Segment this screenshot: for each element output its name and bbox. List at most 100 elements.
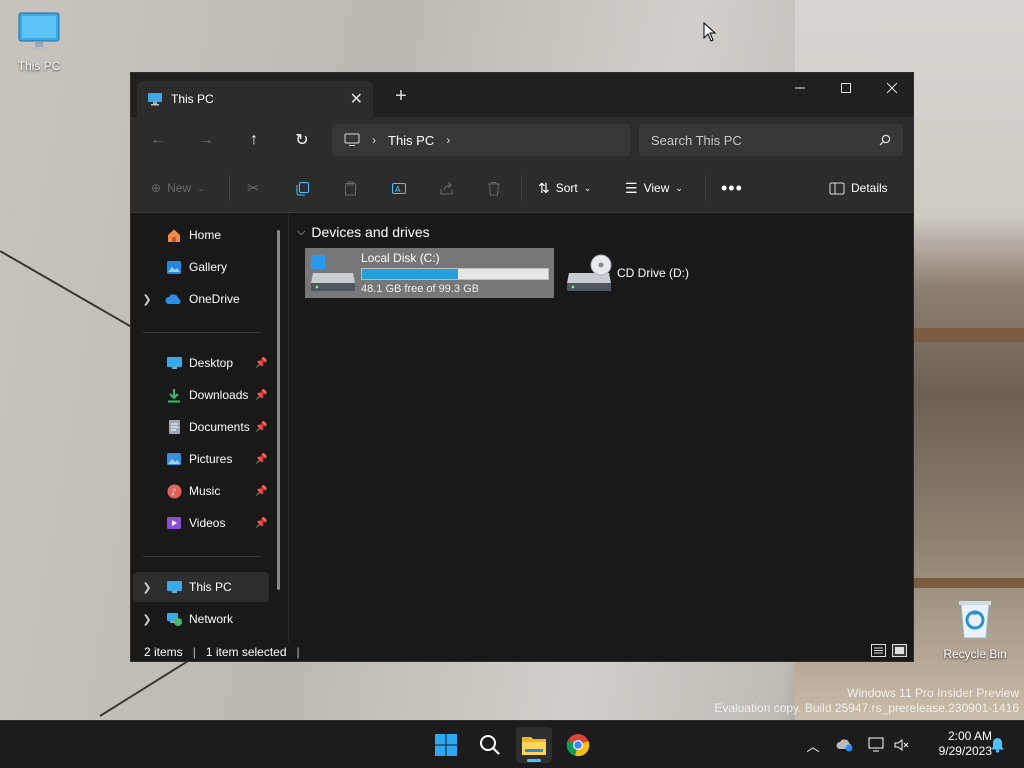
clock-date: 9/29/2023 (938, 744, 992, 758)
home-icon (163, 228, 185, 243)
network-monitor-icon (868, 737, 884, 752)
sort-button[interactable]: ⇅ Sort ⌄ (538, 175, 591, 201)
chevron-down-icon: ⌄ (197, 182, 205, 193)
volume-tray-button[interactable] (892, 721, 912, 768)
up-button[interactable]: ↑ (239, 127, 269, 153)
sidebar-item-home[interactable]: Home (133, 220, 269, 250)
minimize-button[interactable] (777, 73, 823, 103)
notifications-button[interactable] (986, 721, 1008, 768)
mouse-cursor-icon (703, 22, 717, 42)
network-tray-button[interactable] (866, 721, 888, 768)
taskbar-chrome[interactable] (560, 727, 596, 763)
pin-icon[interactable]: 📌 (255, 486, 269, 497)
sidebar-item-downloads[interactable]: Downloads 📌 (133, 380, 269, 410)
more-options-button[interactable]: ••• (721, 175, 743, 201)
pin-icon[interactable]: 📌 (255, 518, 269, 529)
copy-icon (296, 181, 309, 195)
sidebar-item-videos[interactable]: Videos 📌 (133, 508, 269, 538)
monitor-icon (344, 133, 360, 146)
group-title: Devices and drives (311, 224, 430, 240)
sidebar-item-label: Documents (189, 420, 250, 434)
show-hidden-icons-button[interactable]: ︿ (802, 721, 824, 768)
active-indicator (527, 759, 541, 762)
sidebar-item-documents[interactable]: Documents 📌 (133, 412, 269, 442)
sidebar-item-onedrive[interactable]: ❯ OneDrive (133, 284, 269, 314)
sidebar-item-label: Desktop (189, 356, 234, 370)
plus-circle-icon: ⊕ (151, 181, 162, 195)
group-header-devices[interactable]: ⌵ Devices and drives (297, 224, 430, 240)
desktop-icon-label: This PC (17, 59, 61, 73)
chevron-right-icon[interactable]: ❯ (133, 581, 161, 594)
pin-icon[interactable]: 📌 (255, 422, 269, 433)
new-button[interactable]: ⊕ New ⌄ (151, 175, 205, 201)
rename-button[interactable]: A (391, 175, 407, 201)
pin-icon[interactable]: 📌 (255, 358, 269, 369)
search-input[interactable] (651, 132, 851, 148)
arrow-up-icon: ↑ (250, 131, 258, 148)
address-bar[interactable]: › This PC › (332, 124, 630, 156)
cut-button[interactable]: ✂ (247, 175, 260, 201)
desktop-icon-this-pc[interactable]: This PC (4, 12, 74, 73)
sidebar-item-desktop[interactable]: Desktop 📌 (133, 348, 269, 378)
chevron-right-icon[interactable]: ❯ (133, 613, 161, 626)
rename-icon: A (392, 182, 406, 194)
tiles-view-icon[interactable] (892, 644, 907, 660)
status-bar: 2 items | 1 item selected | (131, 642, 913, 662)
taskbar-file-explorer[interactable] (516, 727, 552, 763)
sidebar-item-label: Music (189, 484, 221, 498)
forward-button[interactable]: → (191, 127, 221, 153)
navigation-bar: ← → ↑ ↻ › This PC › (131, 117, 913, 163)
sidebar-item-gallery[interactable]: Gallery (133, 252, 269, 282)
search-button[interactable] (472, 727, 508, 763)
new-tab-button[interactable]: + (389, 85, 413, 109)
tab-this-pc[interactable]: This PC ✕ (137, 81, 373, 117)
toolbar-divider (705, 175, 706, 201)
sidebar-item-pictures[interactable]: Pictures 📌 (133, 444, 269, 474)
tab-title: This PC (171, 92, 214, 106)
share-button[interactable] (439, 175, 454, 201)
pin-icon[interactable]: 📌 (255, 390, 269, 401)
maximize-button[interactable] (823, 73, 869, 103)
paste-button[interactable] (343, 175, 358, 201)
hard-drive-icon (311, 255, 355, 291)
details-button[interactable]: Details (829, 175, 888, 201)
sidebar-item-this-pc[interactable]: ❯ This PC (133, 572, 269, 602)
close-window-button[interactable] (869, 73, 915, 103)
sidebar-scrollbar[interactable] (277, 230, 280, 590)
chevron-down-icon: ⌄ (675, 182, 683, 193)
taskbar-clock[interactable]: 2:00 AM 9/29/2023 (916, 729, 992, 759)
sidebar-item-label: Downloads (189, 388, 249, 402)
chevron-right-icon[interactable]: › (446, 133, 450, 147)
back-button[interactable]: ← (143, 127, 173, 153)
layout-toggle (871, 642, 907, 662)
volume-muted-icon (894, 739, 909, 751)
share-icon (440, 181, 453, 194)
sidebar-item-music[interactable]: ♪ Music 📌 (133, 476, 269, 506)
breadcrumb-this-pc[interactable]: This PC (388, 133, 434, 148)
watermark-build: Evaluation copy. Build 25947.rs_prerelea… (714, 701, 1019, 715)
svg-text:♪: ♪ (171, 488, 177, 498)
ellipsis-icon: ••• (721, 177, 743, 198)
delete-button[interactable] (487, 175, 501, 201)
chevron-right-icon[interactable]: ❯ (133, 293, 161, 306)
details-view-icon[interactable] (871, 644, 886, 660)
refresh-button[interactable]: ↻ (287, 127, 317, 153)
chevron-right-icon: › (372, 133, 376, 147)
desktop-icon-recycle-bin[interactable]: Recycle Bin (940, 598, 1010, 661)
search-box[interactable] (639, 124, 903, 156)
close-tab-icon[interactable]: ✕ (350, 89, 363, 109)
onedrive-tray-button[interactable] (834, 721, 856, 768)
file-explorer-window: This PC ✕ + ← → ↑ ↻ › This PC › Search T… (130, 72, 914, 662)
drive-usage-fill (362, 269, 458, 279)
sidebar-item-network[interactable]: ❯ Network (133, 604, 269, 634)
navigation-pane: Home Gallery ❯ OneDrive Desktop 📌 Downlo… (131, 214, 288, 642)
chevron-down-icon: ⌄ (583, 182, 592, 193)
document-icon (163, 419, 185, 435)
drive-cd-drive-d[interactable]: CD Drive (D:) (563, 248, 713, 298)
drive-local-disk-c[interactable]: Local Disk (C:) 48.1 GB free of 99.3 GB (305, 248, 554, 298)
start-button[interactable] (428, 727, 464, 763)
view-button[interactable]: ☰ View ⌄ (625, 175, 683, 201)
pin-icon[interactable]: 📌 (255, 454, 269, 465)
search-icon (879, 134, 891, 146)
copy-button[interactable] (295, 175, 310, 201)
